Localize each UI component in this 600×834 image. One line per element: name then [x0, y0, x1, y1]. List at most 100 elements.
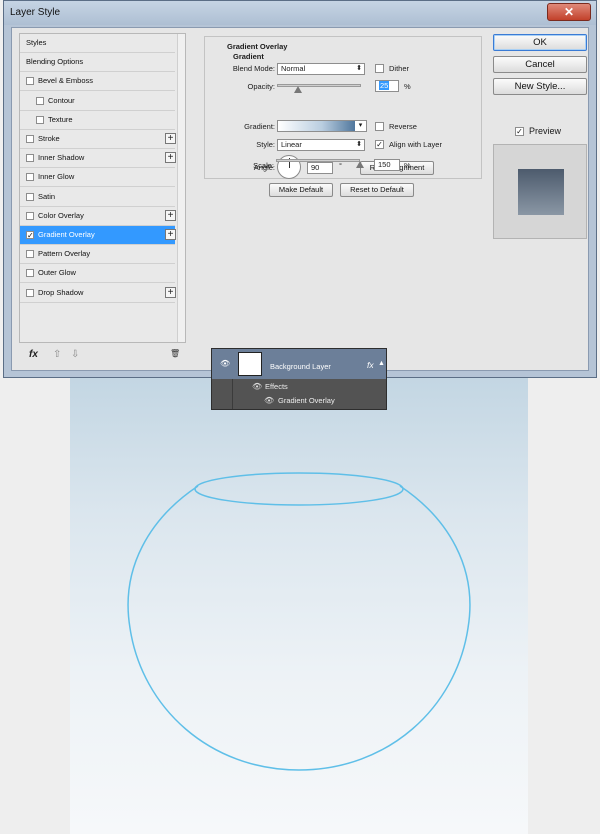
- style-item-label: Bevel & Emboss: [38, 76, 94, 86]
- style-checkbox[interactable]: [26, 77, 34, 86]
- scale-slider[interactable]: [276, 159, 360, 162]
- add-effect-icon[interactable]: +: [165, 286, 176, 298]
- style-checkbox[interactable]: [26, 135, 34, 143]
- fx-icon[interactable]: fx: [367, 360, 374, 370]
- effects-label: Effects: [265, 382, 288, 391]
- style-item-label: Color Overlay: [38, 210, 84, 220]
- collapse-arrow-icon[interactable]: ▲: [378, 360, 385, 367]
- eye-icon[interactable]: 👁: [264, 396, 274, 405]
- bowl-rim: [194, 472, 404, 506]
- opacity-slider[interactable]: [277, 84, 361, 87]
- style-item-color-overlay[interactable]: Color Overlay +: [20, 207, 176, 226]
- style-item-contour[interactable]: Contour: [20, 92, 175, 111]
- trash-icon[interactable]: 🗑: [170, 349, 180, 358]
- angle-input[interactable]: 90: [307, 162, 333, 174]
- align-with-layer-checkbox[interactable]: ✓: [375, 140, 384, 149]
- add-effect-icon[interactable]: +: [165, 152, 176, 164]
- list-scrollbar[interactable]: [177, 34, 185, 342]
- blend-mode-select[interactable]: Normal ⬍: [277, 63, 365, 75]
- style-checkbox[interactable]: [36, 96, 44, 105]
- style-item-blending-options[interactable]: Blending Options: [20, 53, 175, 73]
- fishbowl-drawing: [127, 472, 471, 771]
- styles-list: Styles Blending Options Bevel & Emboss Cont…: [19, 33, 186, 343]
- gradient-picker[interactable]: [277, 120, 367, 132]
- style-item-label: Texture: [48, 114, 73, 124]
- reverse-label: Reverse: [389, 122, 417, 131]
- blend-mode-value: Normal: [281, 64, 306, 73]
- style-item-label: Stroke: [38, 134, 60, 143]
- gradient-overlay-group: Gradient Overlay Gradient Blend Mode: No…: [204, 36, 482, 179]
- style-item-pattern-overlay[interactable]: Pattern Overlay: [20, 245, 175, 265]
- layer-thumbnail: [238, 352, 262, 376]
- gradient-dropdown-icon[interactable]: ▾: [355, 121, 366, 131]
- style-item-satin[interactable]: Satin: [20, 188, 175, 207]
- document-canvas[interactable]: [70, 378, 528, 834]
- style-checkbox[interactable]: [36, 115, 44, 124]
- scale-percent: %: [404, 161, 411, 170]
- opacity-label: Opacity:: [247, 82, 275, 91]
- style-item-styles[interactable]: Styles: [20, 34, 175, 53]
- style-checkbox[interactable]: [26, 250, 34, 259]
- style-item-label: Drop Shadow: [38, 287, 84, 297]
- add-effect-icon[interactable]: +: [165, 229, 176, 240]
- align-with-layer-label: Align with Layer: [389, 140, 442, 149]
- select-arrow-icon: ⬍: [356, 65, 362, 72]
- style-item-label: Blending Options: [26, 57, 84, 67]
- move-down-icon[interactable]: ⇩: [71, 349, 79, 360]
- new-style-button[interactable]: New Style...: [493, 78, 587, 95]
- layer-name: Background Layer: [270, 362, 331, 371]
- style-item-stroke[interactable]: Stroke +: [20, 130, 176, 149]
- style-item-label: Inner Glow: [38, 172, 75, 182]
- style-checkbox[interactable]: [26, 211, 34, 220]
- layers-panel: 👁 Background Layer fx ▲ 👁 Effects 👁 Grad…: [211, 348, 387, 410]
- style-select[interactable]: Linear ⬍: [277, 139, 365, 151]
- style-checkbox[interactable]: [26, 269, 34, 278]
- title-bar[interactable]: Layer Style ✕: [4, 1, 596, 25]
- style-item-drop-shadow[interactable]: Drop Shadow +: [20, 284, 176, 303]
- dither-checkbox[interactable]: [375, 64, 384, 73]
- add-effect-icon[interactable]: +: [165, 133, 176, 144]
- make-default-button[interactable]: Make Default: [269, 183, 333, 197]
- effect-gradient-overlay[interactable]: Gradient Overlay: [278, 396, 335, 405]
- move-up-icon[interactable]: ⇧: [53, 349, 61, 360]
- style-label: Style:: [256, 140, 275, 149]
- ok-button[interactable]: OK: [493, 34, 587, 51]
- degree-symbol: °: [339, 161, 342, 170]
- cancel-button[interactable]: Cancel: [493, 56, 587, 73]
- eye-icon[interactable]: 👁: [252, 382, 262, 391]
- style-item-gradient-overlay[interactable]: ✓ Gradient Overlay +: [20, 226, 176, 245]
- opacity-input[interactable]: 25: [375, 80, 399, 92]
- style-checkbox[interactable]: [26, 154, 34, 163]
- bowl-outline: [127, 485, 471, 771]
- style-checkbox[interactable]: ✓: [26, 231, 34, 240]
- style-item-label: Gradient Overlay: [38, 230, 95, 239]
- style-checkbox[interactable]: [26, 173, 34, 182]
- style-checkbox[interactable]: [26, 192, 34, 201]
- reset-to-default-button[interactable]: Reset to Default: [340, 183, 414, 197]
- select-arrow-icon: ⬍: [356, 141, 362, 148]
- style-item-bevel-emboss[interactable]: Bevel & Emboss: [20, 72, 175, 92]
- style-item-inner-shadow[interactable]: Inner Shadow +: [20, 149, 176, 169]
- scale-input[interactable]: 150: [374, 159, 400, 171]
- opacity-slider-thumb[interactable]: [294, 86, 302, 93]
- style-item-texture[interactable]: Texture: [20, 111, 175, 130]
- dither-label: Dither: [389, 64, 410, 73]
- scale-value: 150: [378, 160, 391, 169]
- preview-checkbox[interactable]: ✓: [515, 127, 524, 136]
- style-checkbox[interactable]: [26, 288, 34, 297]
- add-effect-icon[interactable]: +: [165, 209, 176, 221]
- eye-icon[interactable]: 👁: [220, 359, 230, 368]
- layer-style-dialog: Layer Style ✕ Styles Blending Options Beve…: [3, 0, 597, 378]
- preview-swatch: [518, 169, 564, 215]
- divider: [232, 379, 233, 409]
- style-item-inner-glow[interactable]: Inner Glow: [20, 168, 175, 188]
- reverse-checkbox[interactable]: [375, 122, 384, 131]
- fx-icon[interactable]: fx: [29, 349, 38, 360]
- layer-row-background[interactable]: 👁 Background Layer fx ▲: [212, 349, 386, 379]
- close-button[interactable]: ✕: [547, 3, 591, 21]
- style-item-outer-glow[interactable]: Outer Glow: [20, 264, 175, 284]
- blend-mode-label: Blend Mode:: [232, 64, 275, 73]
- style-item-label: Inner Shadow: [38, 153, 85, 163]
- preview-label: Preview: [529, 126, 562, 136]
- scale-slider-thumb[interactable]: [356, 161, 364, 168]
